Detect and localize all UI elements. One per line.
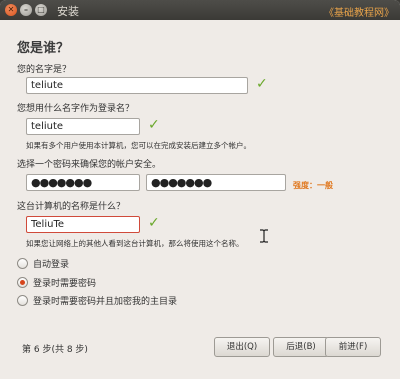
maximize-button[interactable]: □ [35, 4, 47, 16]
login-name-input[interactable]: teliute [26, 118, 140, 135]
step-indicator: 第 6 步(共 8 步) [22, 345, 88, 355]
page-title: 您是谁？ [17, 41, 70, 56]
computer-name-label: 这台计算机的名称是什么？ [17, 202, 126, 212]
quit-button[interactable]: 退出(Q) [214, 337, 270, 357]
radio-button[interactable] [17, 277, 28, 288]
login-hint: 如果有多个用户使用本计算机，您可以在完成安装后建立多个帐户。 [26, 141, 251, 150]
radio-label: 自动登录 [33, 260, 70, 270]
check-icon: ✓ [148, 215, 160, 231]
watermark-text: 《基础教程网》 [324, 8, 394, 19]
confirm-password-input[interactable]: ●●●●●●● [146, 174, 286, 191]
password-strength-label: 强度：一般 [293, 181, 333, 190]
password-input[interactable]: ●●●●●●● [26, 174, 140, 191]
name-label: 您的名字是？ [17, 65, 72, 75]
title-bar: ✕ – □ 安装 《基础教程网》 [0, 0, 400, 20]
back-button[interactable]: 后退(B) [273, 337, 329, 357]
check-icon: ✓ [148, 117, 160, 133]
installer-window: ✕ – □ 安装 《基础教程网》 您是谁？ 您的名字是？ teliute ✓ 您… [0, 0, 400, 379]
computer-name-hint: 如果您让网络上的其他人看到这台计算机，那么将使用这个名称。 [26, 239, 244, 248]
login-name-label: 您想用什么名字作为登录名？ [17, 104, 135, 114]
radio-button[interactable] [17, 258, 28, 269]
forward-button[interactable]: 前进(F) [325, 337, 381, 357]
window-title: 安装 [57, 5, 79, 18]
check-icon: ✓ [256, 76, 268, 92]
close-button[interactable]: ✕ [5, 4, 17, 16]
minimize-button[interactable]: – [20, 4, 32, 16]
text-cursor-icon [260, 229, 268, 243]
name-input[interactable]: teliute [26, 77, 248, 94]
computer-name-input[interactable]: TeliuTe [26, 216, 140, 233]
password-label: 选择一个密码来确保您的帐户安全。 [17, 160, 162, 170]
radio-button[interactable] [17, 295, 28, 306]
radio-label: 登录时需要密码并且加密我的主目录 [33, 297, 178, 307]
radio-label: 登录时需要密码 [33, 279, 97, 289]
